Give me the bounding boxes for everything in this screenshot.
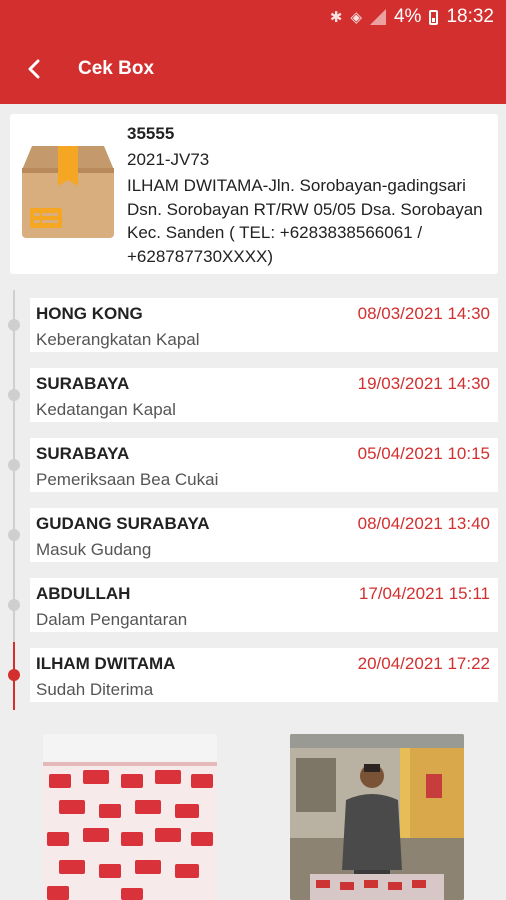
package-code: 2021-JV73	[127, 150, 210, 169]
bluetooth-icon: ✱	[329, 9, 343, 26]
delivery-photo[interactable]	[290, 734, 464, 900]
timeline-dot	[8, 529, 20, 541]
battery-percent: 4%	[393, 6, 422, 27]
package-id: 35555	[127, 124, 175, 143]
event-location: SURABAYA	[36, 374, 130, 393]
event-location: ILHAM DWITAMA	[36, 654, 176, 673]
timeline-event: HONG KONG 08/03/2021 14:30 Keberangkatan…	[30, 298, 498, 352]
signal-icon	[369, 9, 386, 25]
event-status: Kedatangan Kapal	[36, 400, 176, 419]
event-location: SURABAYA	[36, 444, 130, 463]
package-photo[interactable]	[43, 734, 217, 900]
event-status: Keberangkatan Kapal	[36, 330, 200, 349]
timeline-event: ILHAM DWITAMA 20/04/2021 17:22 Sudah Dit…	[30, 648, 498, 702]
event-status: Dalam Pengantaran	[36, 610, 188, 629]
battery-icon	[429, 9, 439, 25]
event-location: HONG KONG	[36, 304, 143, 323]
recipient-address: ILHAM DWITAMA-Jln. Sorobayan-gadingsari …	[127, 176, 483, 266]
event-datetime: 19/03/2021 14:30	[357, 374, 490, 393]
status-icons: ✱ ◈ 4% 18:32	[330, 5, 494, 29]
event-datetime: 08/03/2021 14:30	[357, 304, 490, 323]
wifi-icon: ◈	[350, 9, 362, 26]
event-datetime: 20/04/2021 17:22	[357, 654, 490, 673]
timeline-event: SURABAYA 05/04/2021 10:15 Pemeriksaan Be…	[30, 438, 498, 492]
package-info-card: 35555 2021-JV73 ILHAM DWITAMA-Jln. Sorob…	[10, 114, 498, 274]
timeline-dot	[8, 599, 20, 611]
timeline-event: ABDULLAH 17/04/2021 15:11 Dalam Penganta…	[30, 578, 498, 632]
timeline-dot-current	[8, 669, 20, 681]
status-bar: ✱ ◈ 4% 18:32	[0, 0, 506, 34]
event-datetime: 08/04/2021 13:40	[357, 514, 490, 533]
timeline-dot	[8, 389, 20, 401]
event-location: ABDULLAH	[36, 584, 131, 603]
page-title: Cek Box	[78, 58, 155, 79]
event-status: Sudah Diterima	[36, 680, 154, 699]
event-status: Pemeriksaan Bea Cukai	[36, 470, 219, 489]
event-status: Masuk Gudang	[36, 540, 152, 559]
app-bar: Cek Box	[0, 34, 506, 104]
timeline-event: GUDANG SURABAYA 08/04/2021 13:40 Masuk G…	[30, 508, 498, 562]
status-time: 18:32	[446, 6, 494, 27]
event-location: GUDANG SURABAYA	[36, 514, 210, 533]
timeline-dot	[8, 459, 20, 471]
event-datetime: 17/04/2021 15:11	[358, 584, 490, 603]
back-arrow-icon[interactable]	[14, 49, 54, 89]
timeline-dot	[8, 319, 20, 331]
event-datetime: 05/04/2021 10:15	[357, 444, 490, 463]
timeline-event: SURABAYA 19/03/2021 14:30 Kedatangan Kap…	[30, 368, 498, 422]
package-box-icon	[22, 146, 114, 238]
